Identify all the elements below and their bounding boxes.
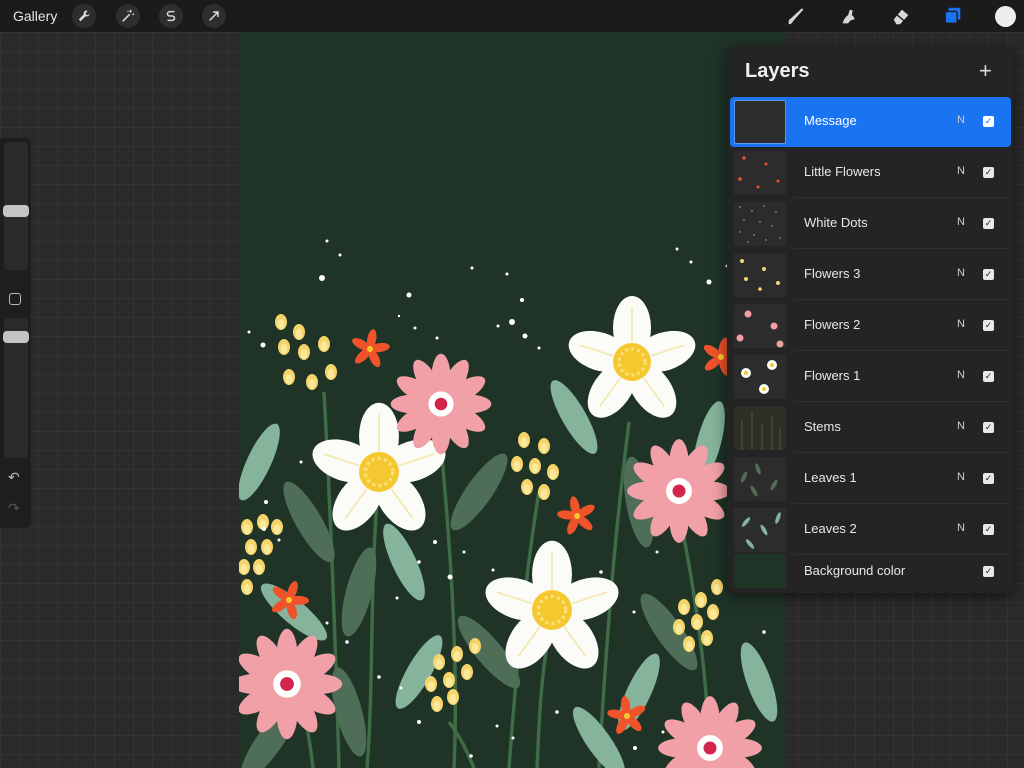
visibility-checkbox[interactable]: ✓ — [983, 320, 994, 331]
selection-s-icon[interactable] — [159, 4, 183, 28]
layer-row[interactable]: Flowers 3 N ✓ — [730, 250, 1011, 300]
top-toolbar: Gallery — [0, 0, 1024, 32]
layer-thumbnail — [734, 202, 786, 246]
gallery-button[interactable]: Gallery — [13, 8, 57, 24]
blend-mode-button[interactable]: N — [957, 267, 965, 279]
layer-thumbnail — [734, 406, 786, 450]
magic-wand-icon[interactable] — [116, 4, 140, 28]
brush-icon[interactable] — [784, 4, 808, 28]
brush-size-thumb[interactable] — [3, 205, 29, 217]
visibility-checkbox[interactable]: ✓ — [983, 116, 994, 127]
layers-panel: Layers + Message N ✓ Little Flowers N ✓ … — [727, 45, 1013, 593]
wrench-icon[interactable] — [72, 4, 96, 28]
blend-mode-button[interactable]: N — [957, 318, 965, 330]
visibility-checkbox[interactable]: ✓ — [983, 524, 994, 535]
divider — [793, 401, 1011, 402]
layer-thumbnail — [734, 100, 786, 144]
layer-row[interactable]: Leaves 2 N ✓ — [730, 505, 1011, 555]
layer-row[interactable]: Background color ✓ — [730, 551, 1011, 591]
blend-mode-button[interactable]: N — [957, 522, 965, 534]
divider — [793, 452, 1011, 453]
divider — [793, 248, 1011, 249]
layer-row[interactable]: Leaves 1 N ✓ — [730, 454, 1011, 504]
layer-name: White Dots — [804, 215, 868, 230]
layer-name: Flowers 1 — [804, 368, 861, 383]
visibility-checkbox[interactable]: ✓ — [983, 167, 994, 178]
add-layer-button[interactable]: + — [979, 58, 992, 84]
layer-row[interactable]: White Dots N ✓ — [730, 199, 1011, 249]
layer-row[interactable]: Flowers 2 N ✓ — [730, 301, 1011, 351]
blend-mode-button[interactable]: N — [957, 114, 965, 126]
layer-row[interactable]: Message N ✓ — [730, 97, 1011, 147]
blend-mode-button[interactable]: N — [957, 420, 965, 432]
layer-row[interactable]: Stems N ✓ — [730, 403, 1011, 453]
drawing-canvas[interactable] — [239, 32, 786, 768]
color-swatch[interactable] — [995, 6, 1016, 27]
left-sidebar: ↶ ↷ — [0, 138, 31, 528]
layer-name: Message — [804, 113, 857, 128]
layer-thumbnail — [734, 304, 786, 348]
visibility-checkbox[interactable]: ✓ — [983, 422, 994, 433]
layer-thumbnail — [734, 151, 786, 195]
divider — [793, 350, 1011, 351]
divider — [793, 197, 1011, 198]
visibility-checkbox[interactable]: ✓ — [983, 473, 994, 484]
layer-name: Leaves 1 — [804, 470, 857, 485]
smudge-icon[interactable] — [837, 4, 861, 28]
blend-mode-button[interactable]: N — [957, 369, 965, 381]
redo-icon[interactable]: ↷ — [8, 500, 20, 517]
layer-name: Flowers 2 — [804, 317, 861, 332]
divider — [793, 299, 1011, 300]
layer-thumbnail — [734, 355, 786, 399]
layer-thumbnail — [734, 554, 786, 588]
layer-row[interactable]: Flowers 1 N ✓ — [730, 352, 1011, 402]
layer-thumbnail — [734, 457, 786, 501]
layer-row[interactable]: Little Flowers N ✓ — [730, 148, 1011, 198]
layer-name: Little Flowers — [804, 164, 881, 179]
eraser-icon[interactable] — [889, 4, 913, 28]
divider — [793, 503, 1011, 504]
opacity-thumb[interactable] — [3, 331, 29, 343]
visibility-checkbox[interactable]: ✓ — [983, 269, 994, 280]
layers-title: Layers — [745, 60, 810, 82]
modify-button[interactable] — [9, 293, 21, 305]
layer-name: Leaves 2 — [804, 521, 857, 536]
blend-mode-button[interactable]: N — [957, 471, 965, 483]
layer-thumbnail — [734, 253, 786, 297]
visibility-checkbox[interactable]: ✓ — [983, 371, 994, 382]
layer-name: Background color — [804, 563, 906, 578]
layer-name: Flowers 3 — [804, 266, 861, 281]
layer-thumbnail — [734, 508, 786, 552]
layer-name: Stems — [804, 419, 841, 434]
blend-mode-button[interactable]: N — [957, 216, 965, 228]
undo-icon[interactable]: ↶ — [8, 469, 20, 486]
layers-icon[interactable] — [941, 4, 965, 28]
blend-mode-button[interactable]: N — [957, 165, 965, 177]
visibility-checkbox[interactable]: ✓ — [983, 218, 994, 229]
transform-arrow-icon[interactable] — [202, 4, 226, 28]
visibility-checkbox[interactable]: ✓ — [983, 566, 994, 577]
